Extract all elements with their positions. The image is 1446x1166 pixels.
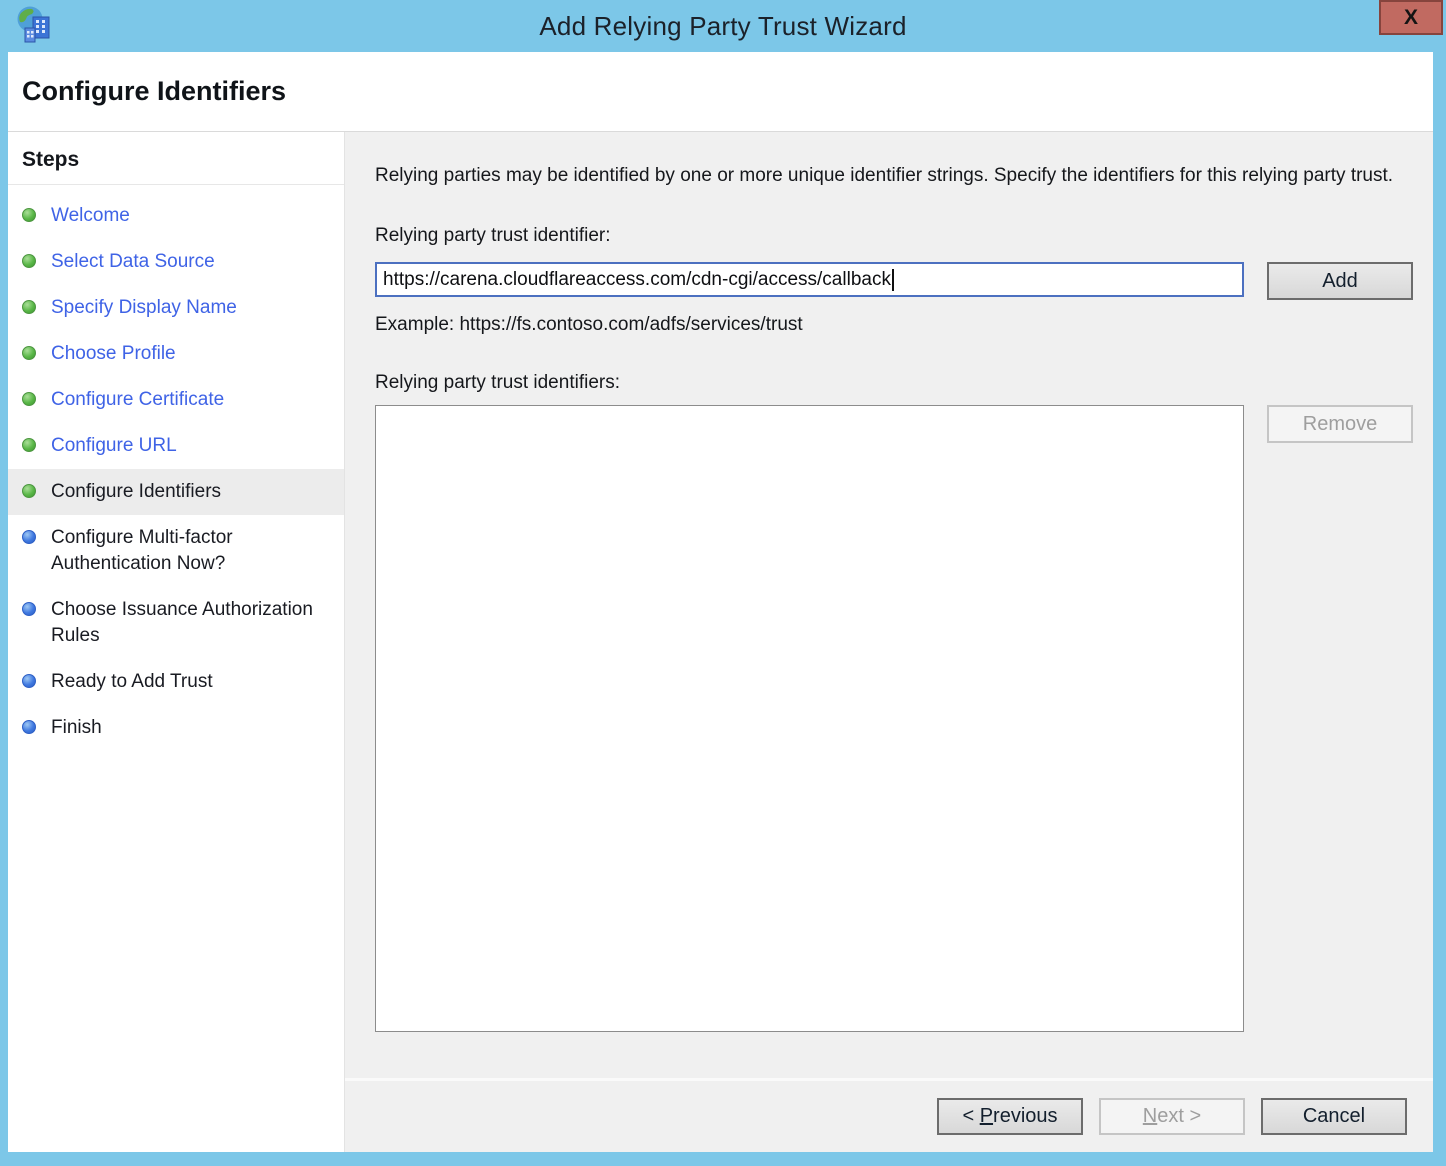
example-text: Example: https://fs.contoso.com/adfs/ser…	[375, 314, 1413, 336]
step-todo-bullet-icon	[22, 530, 36, 544]
wizard-body: Configure Identifiers Steps Welcome Sele…	[8, 52, 1433, 1152]
relying-party-identifier-input[interactable]: https://carena.cloudflareaccess.com/cdn-…	[375, 262, 1244, 297]
step-select-data-source[interactable]: Select Data Source	[8, 239, 344, 285]
window-title: Add Relying Party Trust Wizard	[0, 11, 1446, 42]
step-ready-to-add-trust: Ready to Add Trust	[8, 659, 344, 705]
step-todo-bullet-icon	[22, 674, 36, 688]
cancel-button[interactable]: Cancel	[1261, 1098, 1407, 1135]
close-button[interactable]: X	[1379, 0, 1443, 35]
step-choose-profile[interactable]: Choose Profile	[8, 331, 344, 377]
step-done-bullet-icon	[22, 438, 36, 452]
step-done-bullet-icon	[22, 300, 36, 314]
page-header: Configure Identifiers	[8, 52, 1433, 132]
steps-sidebar: Steps Welcome Select Data Source Specify…	[8, 132, 345, 1152]
configure-identifiers-pane: Relying parties may be identified by one…	[345, 132, 1433, 1078]
remove-button[interactable]: Remove	[1267, 405, 1413, 443]
previous-button[interactable]: < Previous	[937, 1098, 1083, 1135]
step-todo-bullet-icon	[22, 720, 36, 734]
steps-list: Welcome Select Data Source Specify Displ…	[8, 193, 344, 751]
step-done-bullet-icon	[22, 254, 36, 268]
step-finish: Finish	[8, 705, 344, 751]
text-caret	[892, 269, 894, 291]
step-done-bullet-icon	[22, 392, 36, 406]
step-configure-url[interactable]: Configure URL	[8, 423, 344, 469]
identifier-input-value: https://carena.cloudflareaccess.com/cdn-…	[383, 269, 891, 291]
step-configure-identifiers[interactable]: Configure Identifiers	[8, 469, 344, 515]
step-welcome[interactable]: Welcome	[8, 193, 344, 239]
add-button[interactable]: Add	[1267, 262, 1413, 300]
identifiers-list-label: Relying party trust identifiers:	[375, 372, 1413, 394]
close-icon: X	[1404, 6, 1418, 30]
steps-separator	[8, 184, 344, 185]
step-configure-mfa: Configure Multi-factor Authentication No…	[8, 515, 344, 587]
adfs-app-icon	[13, 4, 57, 48]
step-choose-issuance-rules: Choose Issuance Authorization Rules	[8, 587, 344, 659]
identifier-field-label: Relying party trust identifier:	[375, 225, 1413, 247]
titlebar: Add Relying Party Trust Wizard X	[0, 0, 1446, 52]
step-todo-bullet-icon	[22, 602, 36, 616]
page-title: Configure Identifiers	[22, 76, 1433, 107]
wizard-footer: < Previous Next > Cancel	[345, 1078, 1433, 1152]
steps-heading: Steps	[8, 148, 344, 172]
relying-party-identifiers-listbox[interactable]	[375, 405, 1244, 1032]
intro-text: Relying parties may be identified by one…	[375, 162, 1405, 189]
adfs-wizard-window: { "window": { "title": "Add Relying Part…	[0, 0, 1446, 1166]
step-done-bullet-icon	[22, 208, 36, 222]
step-configure-certificate[interactable]: Configure Certificate	[8, 377, 344, 423]
step-done-bullet-icon	[22, 346, 36, 360]
next-button[interactable]: Next >	[1099, 1098, 1245, 1135]
step-specify-display-name[interactable]: Specify Display Name	[8, 285, 344, 331]
step-current-bullet-icon	[22, 484, 36, 498]
